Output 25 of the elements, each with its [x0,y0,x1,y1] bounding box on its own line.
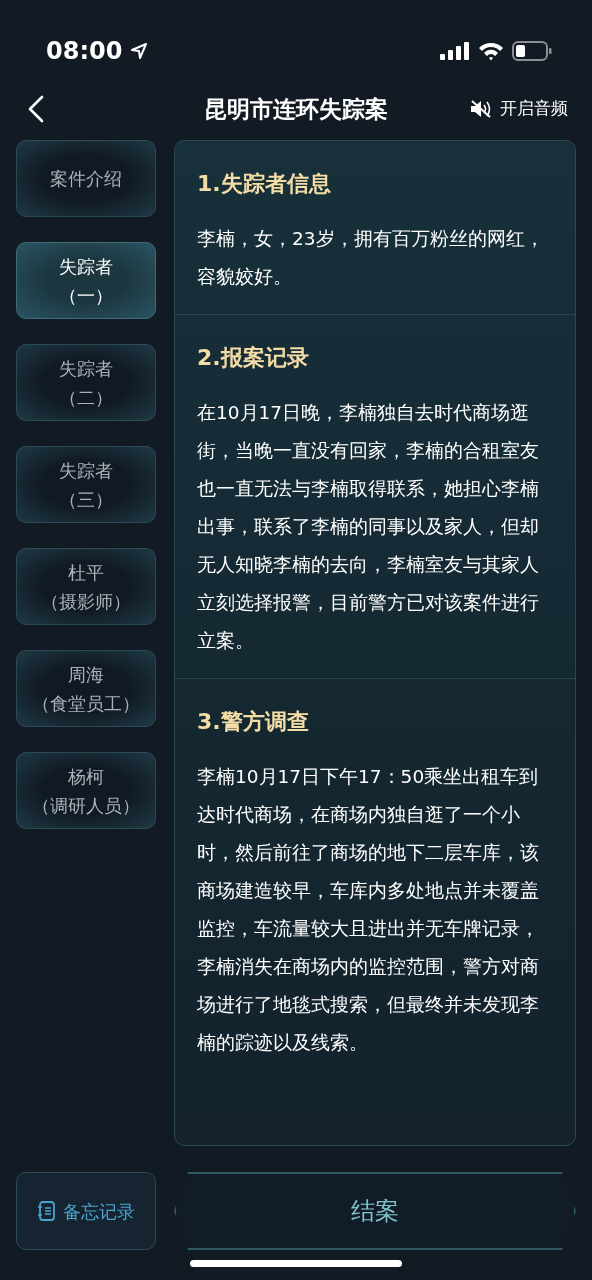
battery-icon [512,41,552,61]
location-arrow-icon [130,42,149,60]
section-text: 在10月17日晚，李楠独自去时代商场逛街，当晚一直没有回家，李楠的合租室友也一直无法与李楠取得联系，她担心李楠出事，联系了李楠的同事以及家人，但却无人知晓李楠的去向，李楠室友与其家人立刻选择报警，目前警方已对该案件进行立案。 [197,401,540,653]
sidebar-tab[interactable]: 失踪者 （三） [16,446,156,523]
audio-toggle[interactable]: 开启音频 [470,96,568,122]
notebook-icon [37,1201,55,1221]
wifi-icon [478,41,504,61]
sidebar-tab[interactable]: 失踪者 （二） [16,344,156,421]
status-time: 08:00 [46,36,123,67]
muted-speaker-icon [470,99,492,119]
signal-icon [440,42,470,60]
sidebar-tab[interactable]: 周海 （食堂员工） [16,650,156,727]
section-heading: 3.警方调查 [197,708,310,736]
back-icon[interactable] [28,95,44,123]
section-text: 李楠10月17日下午17：50乘坐出租车到达时代商场，在商场内独自逛了一个小时，然后前往了商场的地下二层车库，该商场建造较早，车库内多处地点并未覆盖监控，车流量较大且进出并无车牌记录，李楠消失在商场内的监控范围，警方对商场进行了地毯式搜索，但最终并未发现李楠的踪迹以及线索。 [197,765,540,1055]
page-title: 昆明市连环失踪案 [204,95,388,124]
close-case-button[interactable]: 结案 [174,1172,576,1250]
sidebar-tab[interactable]: 失踪者 （一） [16,242,156,319]
sidebar-tab[interactable]: 案件介绍 [16,140,156,217]
section-heading: 2.报案记录 [197,344,310,372]
sidebar-tab[interactable]: 杨柯 （调研人员） [16,752,156,829]
memo-button[interactable]: 备忘记录 [16,1172,156,1250]
section-text: 李楠，女，23岁，拥有百万粉丝的网红，容貌姣好。 [197,227,545,289]
section-heading: 1.失踪者信息 [197,170,332,198]
sidebar-tab[interactable]: 杜平 （摄影师） [16,548,156,625]
